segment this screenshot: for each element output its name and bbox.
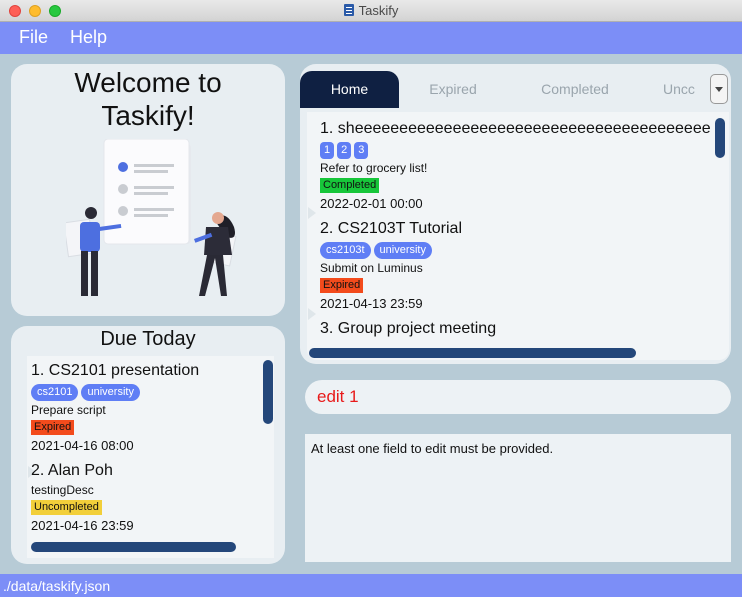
task-date: 2021-04-16 23:59 — [31, 518, 134, 533]
command-input[interactable]: edit 1 — [317, 387, 359, 407]
window-title-text: Taskify — [358, 3, 399, 18]
result-message: At least one field to edit must be provi… — [311, 441, 554, 456]
task-tags: 123 — [320, 140, 712, 159]
list-item[interactable]: 2. CS2103T Tutorial cs2103t university Su… — [320, 220, 729, 311]
task-name: 1. sheeeeeeeeeeeeeeeeeeeeeeeeeeeeeeeeeee… — [320, 120, 711, 137]
welcome-title-line2: Taskify! — [101, 100, 195, 131]
task-tag: university — [373, 242, 432, 259]
tab-home[interactable]: Home — [300, 71, 399, 108]
list-item[interactable]: 3. Group project meeting — [320, 320, 729, 338]
menu-help[interactable]: Help — [70, 27, 107, 48]
task-list-panel: Home Expired Completed Uncc 1. sheeeeeee… — [300, 64, 731, 364]
tab-completed[interactable]: Completed — [525, 71, 625, 108]
status-badge: Uncompleted — [31, 500, 102, 515]
horizontal-scrollbar[interactable] — [31, 542, 236, 552]
list-item-marker — [308, 308, 316, 320]
welcome-title: Welcome to Taskify! — [11, 66, 285, 132]
status-badge: Completed — [320, 178, 380, 193]
list-item[interactable]: 2. Alan Poh testingDesc Uncompleted 2021… — [31, 462, 274, 533]
list-item[interactable]: 1. CS2101 presentation cs2101 university … — [31, 362, 274, 453]
vertical-scrollbar[interactable] — [263, 360, 273, 424]
task-tag: cs2103t — [320, 242, 371, 259]
window-title: Taskify — [0, 3, 742, 18]
due-today-list[interactable]: 1. CS2101 presentation cs2101 university … — [27, 356, 274, 558]
task-name: 1. CS2101 presentation — [31, 362, 200, 379]
checklist-illustration — [66, 139, 237, 296]
data-file-path: ./data/taskify.json — [3, 578, 111, 594]
task-tag: 3 — [354, 142, 369, 159]
tab-bar: Home Expired Completed Uncc — [300, 64, 731, 108]
task-description: testingDesc — [31, 483, 94, 497]
command-box[interactable]: edit 1 — [305, 380, 731, 414]
welcome-title-line1: Welcome to — [74, 67, 222, 98]
clipboard-icon — [343, 4, 354, 16]
task-tag: 1 — [320, 142, 335, 159]
welcome-panel: Welcome to Taskify! — [11, 64, 285, 316]
task-description: Prepare script — [31, 403, 106, 417]
chevron-down-icon[interactable] — [710, 74, 728, 104]
menu-bar: File Help — [0, 22, 742, 54]
task-date: 2022-02-01 00:00 — [320, 196, 423, 211]
status-badge: Expired — [320, 278, 364, 293]
horizontal-scrollbar[interactable] — [309, 348, 636, 358]
status-badge: Expired — [31, 420, 75, 435]
task-date: 2021-04-13 23:59 — [320, 296, 423, 311]
task-description: Refer to grocery list! — [320, 161, 428, 175]
task-tags: cs2101 university — [31, 382, 274, 401]
list-item[interactable]: 1. sheeeeeeeeeeeeeeeeeeeeeeeeeeeeeeeeeee… — [320, 120, 712, 211]
status-bar: ./data/taskify.json — [0, 574, 742, 597]
task-description: Submit on Luminus — [320, 261, 423, 275]
task-name: 2. Alan Poh — [31, 462, 113, 479]
menu-file[interactable]: File — [19, 27, 48, 48]
tab-uncompleted[interactable]: Uncc — [663, 71, 708, 108]
task-name: 3. Group project meeting — [320, 320, 497, 337]
result-display[interactable]: At least one field to edit must be provi… — [305, 434, 731, 562]
task-tag: cs2101 — [31, 384, 79, 401]
due-today-panel: Due Today 1. CS2101 presentation cs2101 u… — [11, 326, 285, 564]
due-today-title: Due Today — [100, 328, 196, 350]
list-item-marker — [308, 207, 316, 219]
task-list[interactable]: 1. sheeeeeeeeeeeeeeeeeeeeeeeeeeeeeeeeeee… — [307, 112, 729, 360]
task-tag: university — [81, 384, 140, 401]
task-date: 2021-04-16 08:00 — [31, 438, 134, 453]
task-tag: 2 — [337, 142, 352, 159]
task-tags: cs2103t university — [320, 240, 729, 259]
task-name: 2. CS2103T Tutorial — [320, 220, 463, 237]
tab-expired[interactable]: Expired — [408, 71, 498, 108]
vertical-scrollbar[interactable] — [715, 118, 725, 158]
window-titlebar: Taskify — [0, 0, 742, 22]
